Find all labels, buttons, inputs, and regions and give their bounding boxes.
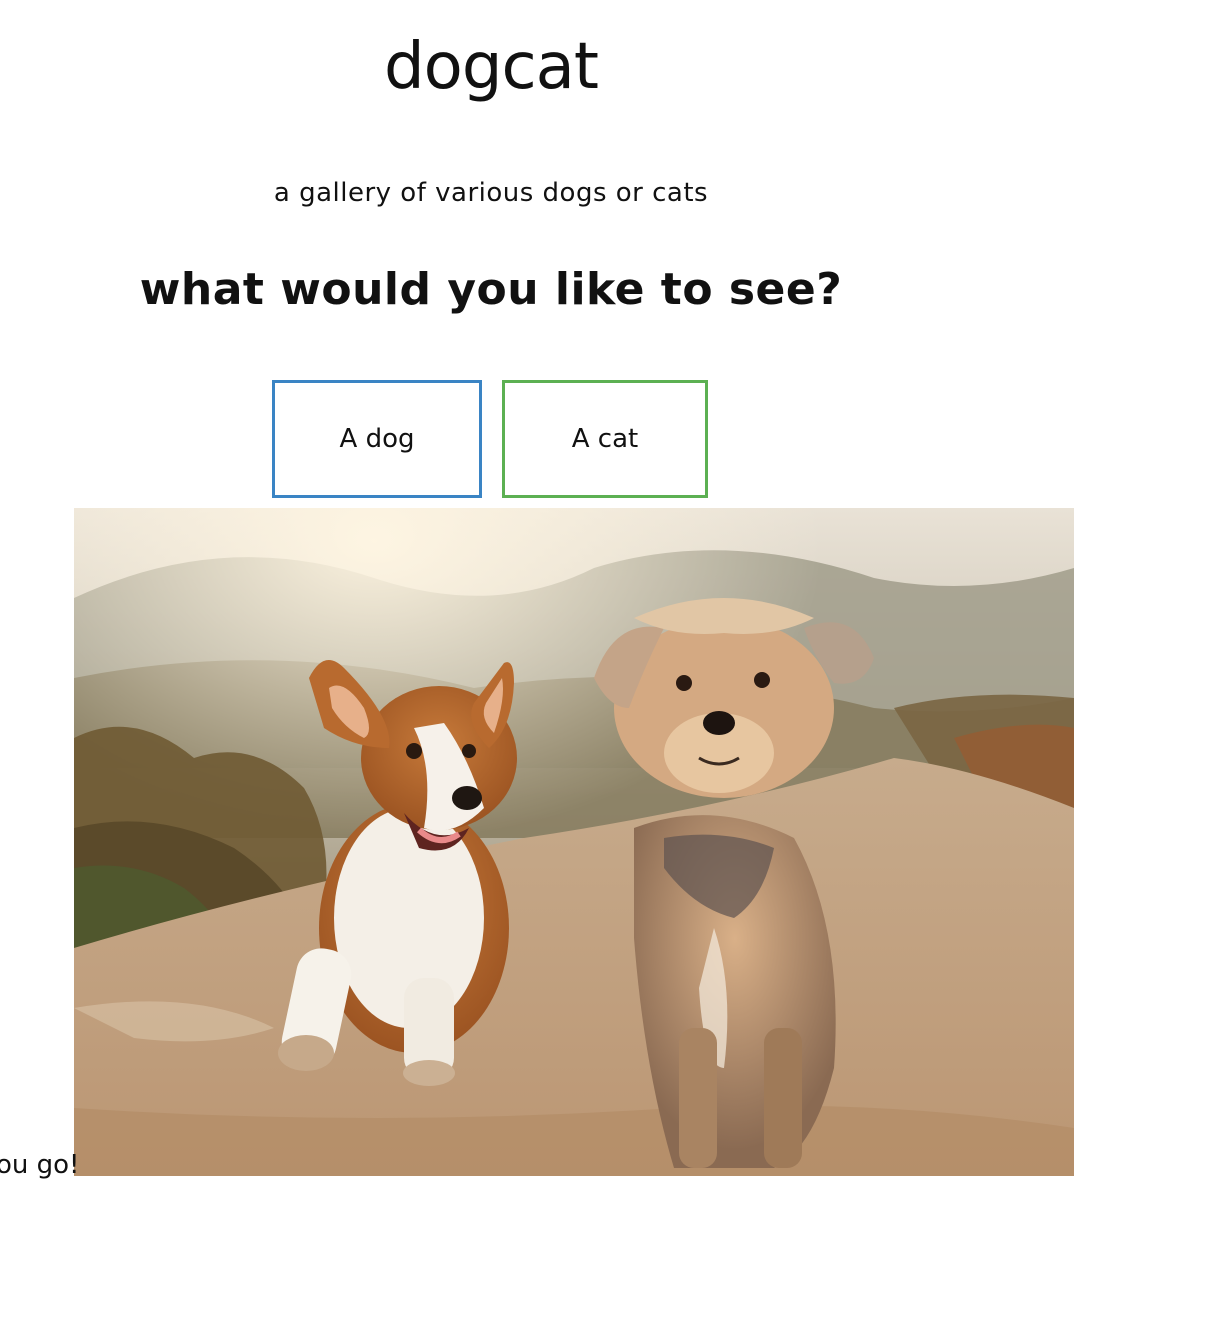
prompt-heading: what would you like to see? bbox=[139, 264, 843, 315]
page: dogcat a gallery of various dogs or cats… bbox=[0, 0, 1222, 1322]
gallery-image bbox=[74, 508, 1074, 1176]
dog-button[interactable]: A dog bbox=[272, 380, 482, 498]
site-subtitle: a gallery of various dogs or cats bbox=[273, 178, 709, 208]
cat-button[interactable]: A cat bbox=[502, 380, 708, 498]
gallery-caption: ou go! bbox=[0, 1150, 80, 1180]
site-title: dogcat bbox=[384, 30, 599, 104]
